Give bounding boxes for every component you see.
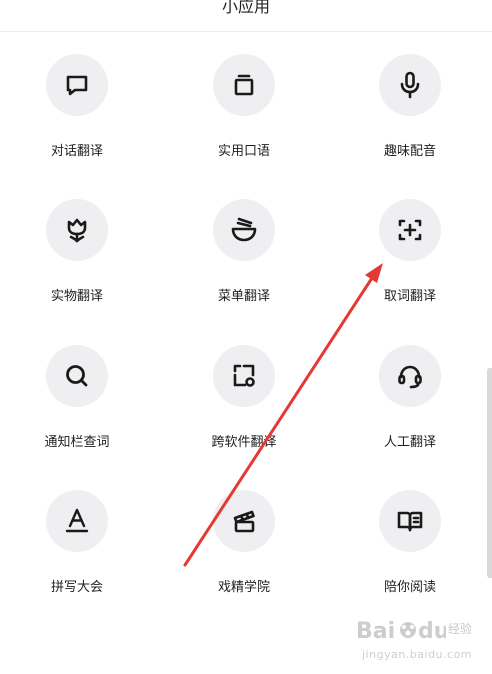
app-tile-dialog-translate[interactable]: 对话翻译	[6, 54, 146, 174]
app-label: 实物翻译	[50, 289, 103, 304]
open-book-icon	[397, 511, 423, 532]
app-icon-circle[interactable]	[46, 345, 108, 407]
app-icon-circle[interactable]	[379, 345, 441, 407]
watermark: Bai du 经验 jingyan.baidu.com	[356, 614, 476, 666]
app-tile-spelling-bee[interactable]: 拼写大会	[6, 490, 146, 610]
app-tile-practical-phrases[interactable]: 实用口语	[173, 54, 313, 174]
app-label: 取词翻译	[383, 289, 436, 304]
app-icon-circle[interactable]	[213, 54, 275, 116]
watermark-url: jingyan.baidu.com	[362, 648, 473, 661]
app-label: 菜单翻译	[217, 289, 270, 304]
app-label: 实用口语	[217, 144, 270, 159]
watermark-brand: 经验	[448, 622, 473, 636]
app-label: 戏精学院	[217, 580, 270, 595]
app-icon-circle[interactable]	[213, 199, 275, 261]
app-tile-word-capture-translate[interactable]: 取词翻译	[339, 199, 479, 319]
switch-apps-icon	[233, 364, 255, 387]
headset-icon	[398, 365, 422, 389]
app-icon-circle[interactable]	[46, 54, 108, 116]
app-icon-circle[interactable]	[379, 490, 441, 552]
app-tile-notification-lookup[interactable]: 通知栏查词	[6, 345, 146, 465]
app-tile-drama-academy[interactable]: 戏精学院	[173, 490, 313, 610]
chat-bubble-icon	[66, 75, 88, 96]
app-tile-cross-app-translate[interactable]: 跨软件翻译	[173, 345, 313, 465]
svg-text:Bai: Bai	[356, 619, 395, 644]
app-label: 对话翻译	[50, 144, 103, 159]
app-icon-circle[interactable]	[213, 345, 275, 407]
app-label: 拼写大会	[50, 580, 103, 595]
app-label: 跨软件翻译	[211, 435, 277, 450]
app-tile-fun-dubbing[interactable]: 趣味配音	[339, 54, 479, 174]
app-header: 小应用	[0, 0, 492, 32]
app-icon-circle[interactable]	[379, 54, 441, 116]
app-tile-menu-translate[interactable]: 菜单翻译	[173, 199, 313, 319]
page-title: 小应用	[221, 0, 270, 16]
microphone-icon	[400, 71, 420, 99]
app-label: 陪你阅读	[383, 580, 436, 595]
app-tile-reading-companion[interactable]: 陪你阅读	[339, 490, 479, 610]
baidu-logo-icon: Bai du	[356, 619, 446, 644]
tulip-icon	[67, 218, 87, 243]
app-tile-human-translate[interactable]: 人工翻译	[339, 345, 479, 465]
app-icon-circle[interactable]	[213, 490, 275, 552]
app-icon-circle[interactable]	[46, 490, 108, 552]
clapperboard-icon	[233, 510, 255, 533]
app-tile-object-translate[interactable]: 实物翻译	[6, 199, 146, 319]
app-label: 趣味配音	[383, 144, 436, 159]
app-icon-circle[interactable]	[46, 199, 108, 261]
app-label: 通知栏查词	[44, 435, 110, 450]
svg-text:du: du	[418, 619, 446, 644]
app-icon-circle[interactable]	[379, 199, 441, 261]
app-label: 人工翻译	[383, 435, 436, 450]
noodle-bowl-icon	[231, 217, 257, 242]
scan-plus-icon	[398, 219, 422, 241]
card-stack-icon	[234, 74, 254, 96]
scrollbar[interactable]	[487, 368, 492, 578]
letter-a-icon	[65, 508, 89, 533]
search-icon	[66, 365, 88, 387]
